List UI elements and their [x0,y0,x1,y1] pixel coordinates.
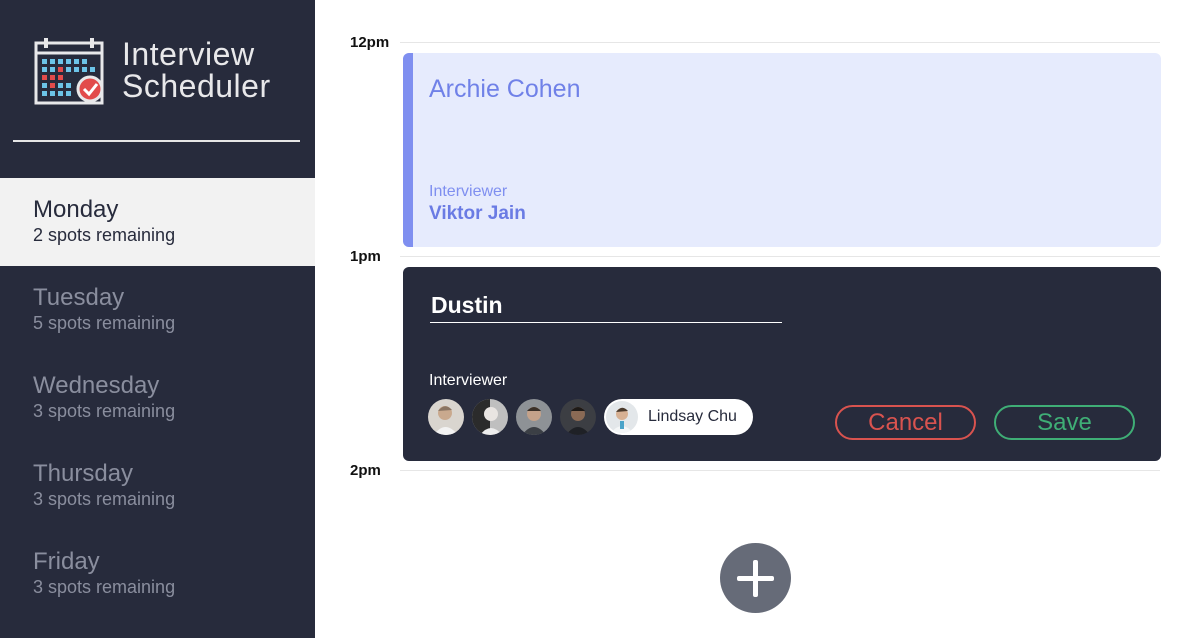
day-list: Monday 2 spots remaining Tuesday 5 spots… [0,178,315,618]
app-title-line2: Scheduler [122,68,271,104]
appointment-accent [403,53,413,247]
interviewer-avatar [606,401,638,433]
hour-divider [400,256,1160,257]
interviewer-label: Interviewer [429,183,508,200]
interviewer-avatar[interactable] [560,399,596,435]
selected-interviewer-name: Lindsay Chu [648,408,737,425]
student-name-input[interactable] [430,289,782,323]
interviewer-avatar[interactable] [428,399,464,435]
app-logo: Interview Scheduler [34,37,271,105]
sidebar: Interview Scheduler Monday 2 spots remai… [0,0,315,638]
day-name: Monday [33,196,119,223]
interviewer-label: Interviewer [429,372,508,389]
student-name: Archie Cohen [429,75,581,103]
day-item-friday[interactable]: Friday 3 spots remaining [0,530,315,618]
day-name: Tuesday [33,284,125,311]
app-title-line1: Interview [122,36,255,72]
appointment-card[interactable]: Archie Cohen Interviewer Viktor Jain [403,53,1161,247]
schedule: 12pm Archie Cohen Interviewer Viktor Jai… [315,0,1196,638]
interviewer-list: Lindsay Chu [428,399,753,435]
day-spots: 5 spots remaining [33,313,176,333]
hour-label-1pm: 1pm [350,248,381,265]
hour-label-12pm: 12pm [350,34,390,51]
day-name: Friday [33,548,100,575]
day-spots: 3 spots remaining [33,401,176,421]
day-item-wednesday[interactable]: Wednesday 3 spots remaining [0,354,315,442]
calendar-check-icon [34,38,104,105]
hour-divider [400,470,1160,471]
day-name: Wednesday [33,372,160,399]
day-item-tuesday[interactable]: Tuesday 5 spots remaining [0,266,315,354]
interviewer-name: Viktor Jain [429,203,526,224]
day-spots: 3 spots remaining [33,489,176,509]
day-name: Thursday [33,460,134,487]
interviewer-avatar[interactable] [472,399,508,435]
sidebar-divider [13,140,300,142]
hour-divider [400,42,1160,43]
day-item-monday[interactable]: Monday 2 spots remaining [0,178,315,266]
selected-interviewer[interactable]: Lindsay Chu [604,399,753,435]
day-spots: 3 spots remaining [33,577,176,597]
appointment-form: Interviewer Lindsay Chu Cancel Save [403,267,1161,461]
cancel-button[interactable]: Cancel [835,405,976,440]
add-appointment-button[interactable] [720,543,791,613]
save-button[interactable]: Save [994,405,1135,440]
day-item-thursday[interactable]: Thursday 3 spots remaining [0,442,315,530]
interviewer-avatar[interactable] [516,399,552,435]
plus-icon [753,560,758,597]
hour-label-2pm: 2pm [350,462,381,479]
day-spots: 2 spots remaining [33,225,176,245]
